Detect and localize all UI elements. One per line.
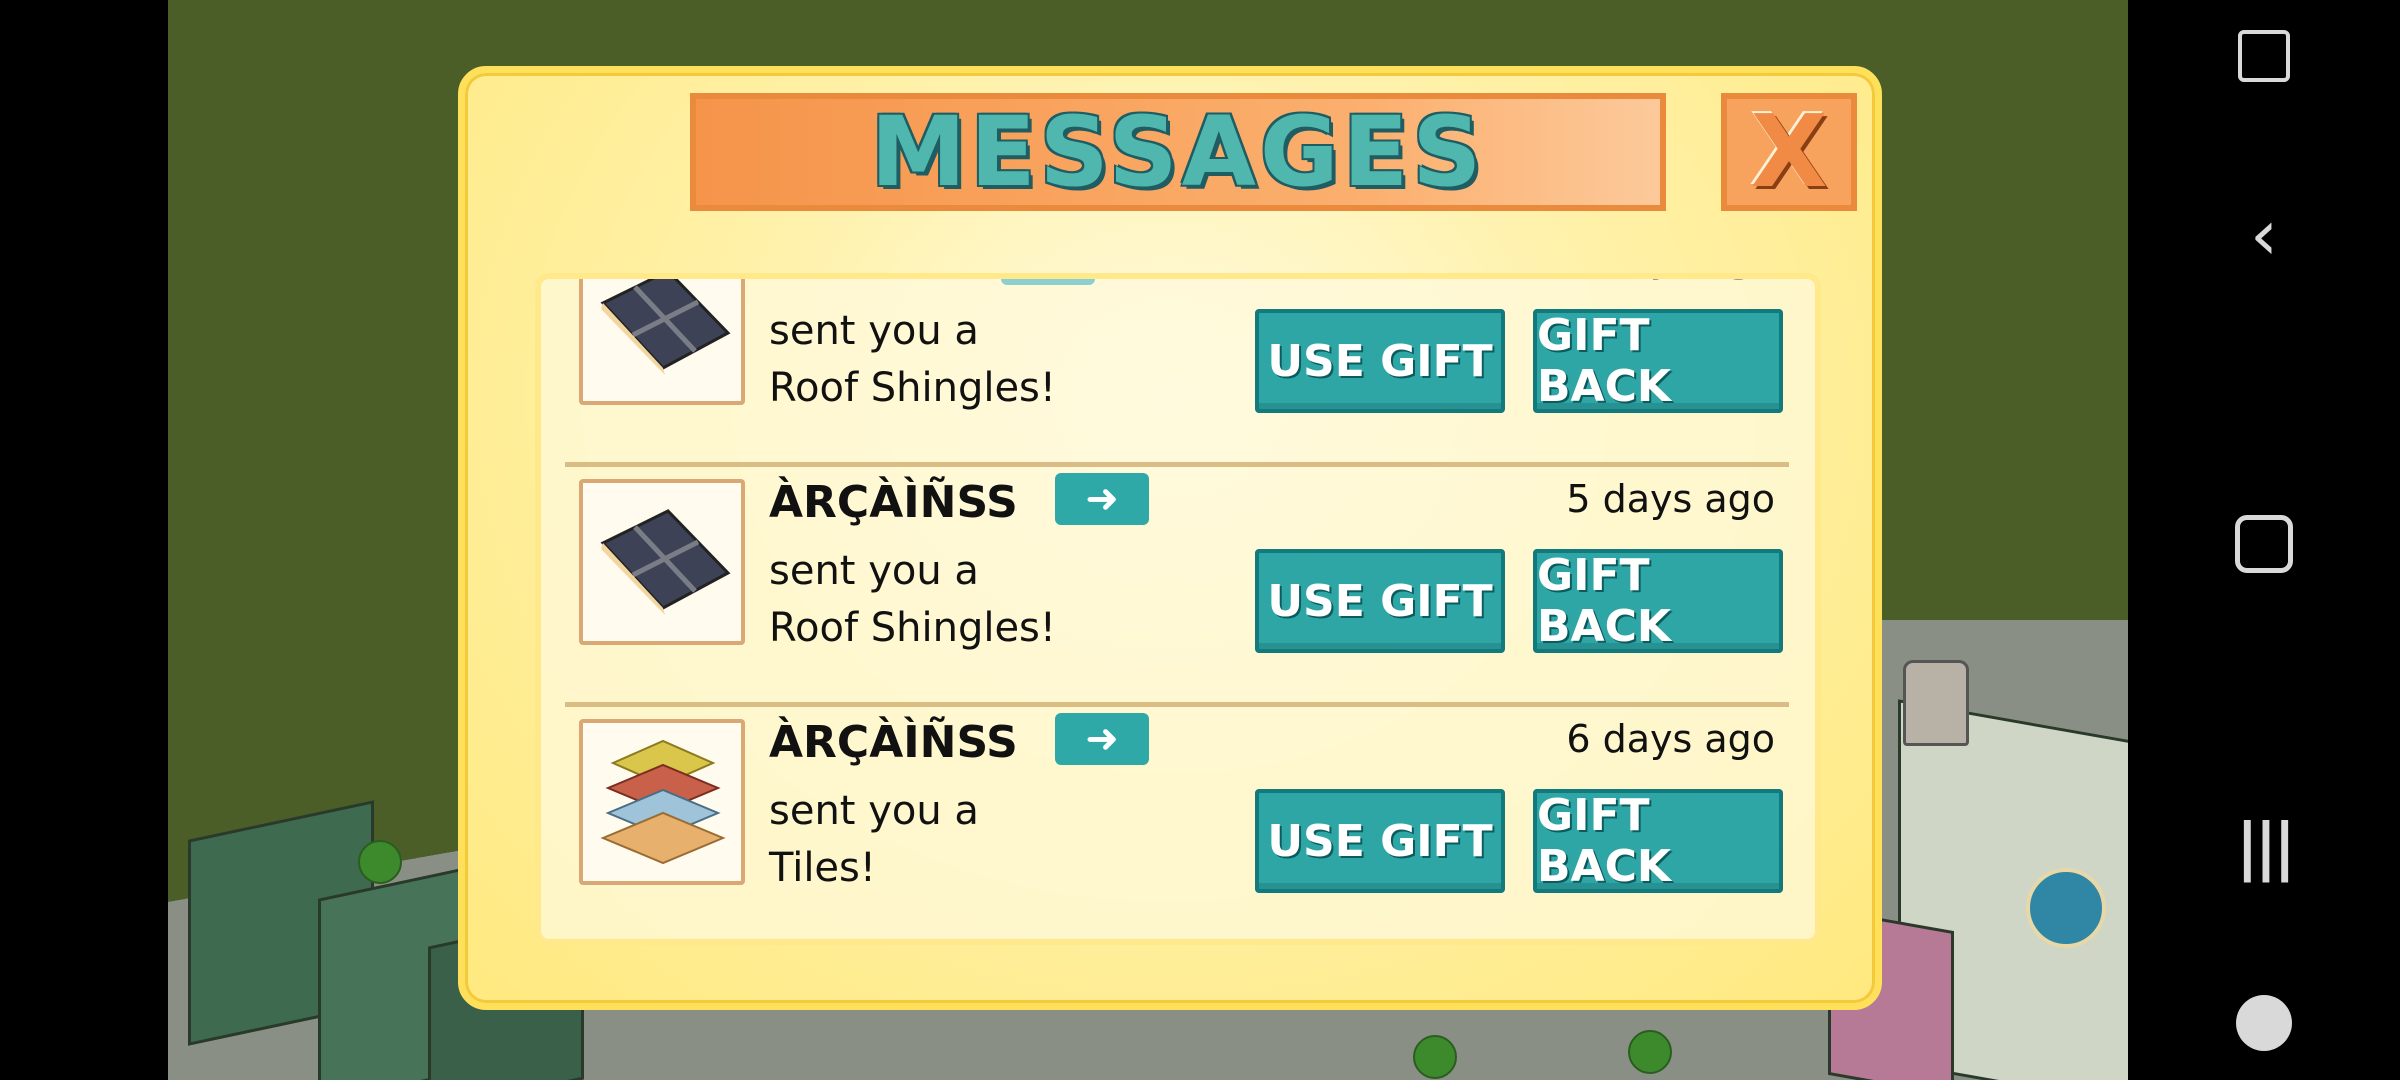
edit-pen-icon[interactable] bbox=[2026, 868, 2106, 948]
tree bbox=[1628, 1030, 1672, 1074]
message-timestamp: 5 days ago bbox=[1566, 477, 1775, 521]
key-mapper-icon[interactable] bbox=[2238, 30, 2290, 82]
game-launcher-icon[interactable] bbox=[2236, 995, 2292, 1051]
message-timestamp: 6 days ago bbox=[1566, 717, 1775, 761]
message-timestamp: 4 days ago bbox=[1566, 279, 1775, 281]
message-line: sent you a bbox=[769, 548, 979, 594]
tree bbox=[358, 840, 402, 884]
close-button[interactable]: X bbox=[1721, 93, 1857, 211]
back-icon[interactable]: ‹ bbox=[2250, 200, 2278, 270]
messages-list[interactable]: RADIANT ➜ 4 days ago sent you a Roof Shi… bbox=[535, 273, 1821, 945]
divider bbox=[565, 942, 1789, 945]
home-icon[interactable] bbox=[2235, 515, 2293, 573]
system-navigation-bar: ‹ ||| bbox=[2128, 0, 2400, 1080]
list-item: ÀRÇÀÌÑSS ➜ 5 days ago sent you a Roof Sh… bbox=[565, 467, 1789, 707]
dialog-title-bar: MESSAGES bbox=[690, 93, 1666, 211]
message-text: sent you a Roof Shingles! bbox=[769, 543, 1056, 657]
list-item: ÀRÇÀÌÑSS ➜ 6 days ago sent you a Tiles! … bbox=[565, 707, 1789, 945]
tree bbox=[1413, 1035, 1457, 1079]
roof-shingles-icon bbox=[579, 279, 745, 405]
use-gift-button[interactable]: USE GIFT bbox=[1255, 309, 1505, 413]
sender-name: ÀRÇÀÌÑSS bbox=[769, 477, 1018, 528]
gift-item-name: Roof Shingles! bbox=[769, 365, 1056, 411]
message-line: sent you a bbox=[769, 308, 979, 354]
gift-back-button[interactable]: GIFT BACK bbox=[1533, 789, 1783, 893]
message-text: sent you a Roof Shingles! bbox=[769, 303, 1056, 417]
gift-item-name: Tiles! bbox=[769, 845, 876, 891]
recent-apps-icon[interactable]: ||| bbox=[2236, 810, 2296, 883]
sender-name: ÀRÇÀÌÑSS bbox=[769, 717, 1018, 768]
gift-item-name: Roof Shingles! bbox=[769, 605, 1056, 651]
message-line: sent you a bbox=[769, 788, 979, 834]
use-gift-button[interactable]: USE GIFT bbox=[1255, 789, 1505, 893]
roof-shingles-icon bbox=[579, 479, 745, 645]
water-tower bbox=[1903, 660, 1969, 746]
view-profile-button[interactable]: ➜ bbox=[1055, 713, 1149, 765]
dialog-title: MESSAGES bbox=[870, 96, 1486, 208]
gift-back-button[interactable]: GIFT BACK bbox=[1533, 309, 1783, 413]
sender-name: RADIANT bbox=[769, 279, 991, 288]
view-profile-button[interactable]: ➜ bbox=[1001, 279, 1095, 285]
view-profile-button[interactable]: ➜ bbox=[1055, 473, 1149, 525]
messages-dialog: MESSAGES X RADIANT ➜ 4 days ago sent you… bbox=[458, 66, 1882, 1010]
message-text: sent you a Tiles! bbox=[769, 783, 979, 897]
tiles-icon bbox=[579, 719, 745, 885]
use-gift-button[interactable]: USE GIFT bbox=[1255, 549, 1505, 653]
gift-back-button[interactable]: GIFT BACK bbox=[1533, 549, 1783, 653]
close-icon: X bbox=[1750, 93, 1828, 210]
list-item: RADIANT ➜ 4 days ago sent you a Roof Shi… bbox=[565, 279, 1789, 467]
